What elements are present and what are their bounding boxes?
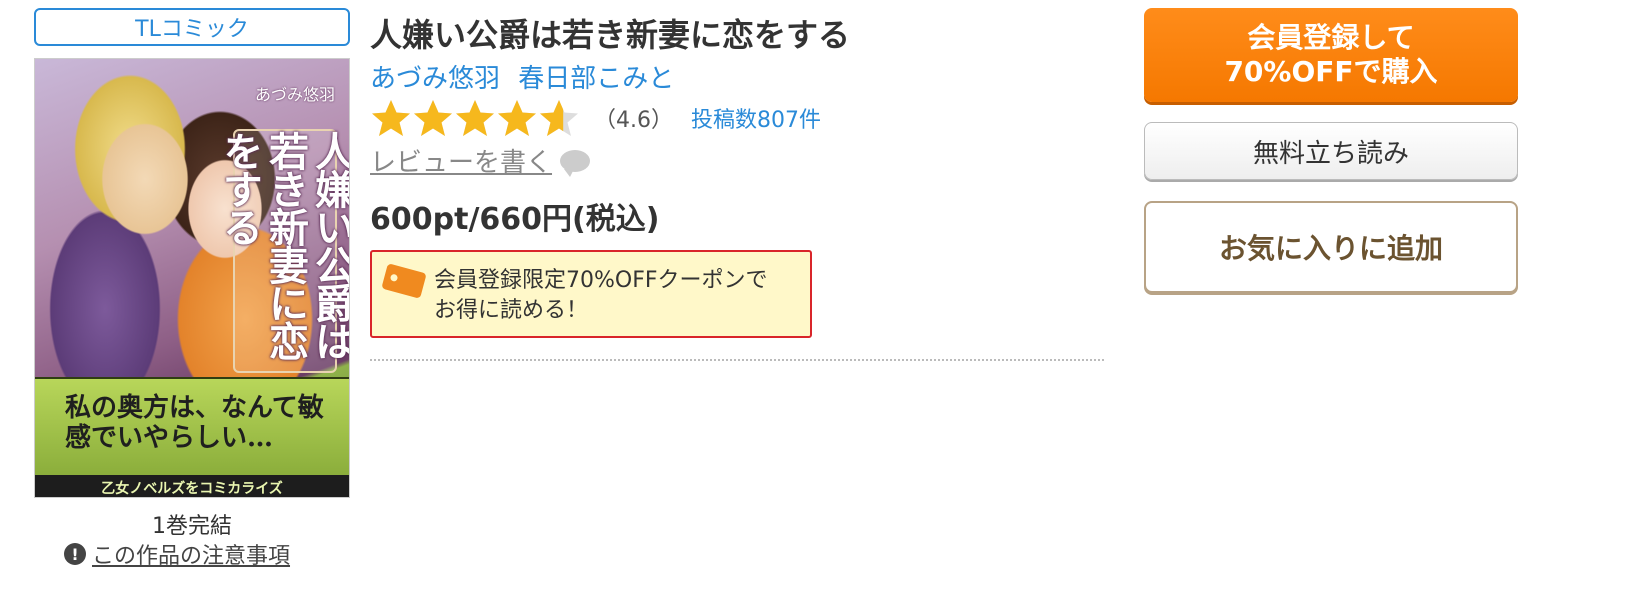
volume-status: 1巻完結 <box>152 514 232 539</box>
caution-link[interactable]: この作品の注意事項 <box>92 538 290 570</box>
exclamation-icon: ! <box>64 543 86 565</box>
free-preview-button[interactable]: 無料立ち読み <box>1144 122 1518 180</box>
caution-notice[interactable]: ! この作品の注意事項 <box>64 538 290 570</box>
cover-author-text: あづみ悠羽 <box>254 85 335 104</box>
book-cover-image[interactable]: あづみ悠羽 人嫌い公爵は若き新妻に恋をする 私の奥方は、なんて敏感でいやらしい…… <box>34 58 350 498</box>
genre-tag[interactable]: TLコミック <box>34 8 350 46</box>
cover-band-subtext: 乙女ノベルズをコミカライズ <box>35 475 349 497</box>
write-review-label: レビューを書く <box>370 148 553 178</box>
star-icon <box>372 100 410 136</box>
star-icon <box>540 100 578 136</box>
buy-button-line: 70%OFFで購入 <box>1224 55 1438 88</box>
buy-button-line: 会員登録して <box>1247 21 1415 54</box>
price: 600pt/660円(税込) <box>370 202 660 237</box>
book-title: 人嫌い公爵は若き新妻に恋をする <box>370 16 851 54</box>
coupon-notice: 会員登録限定70%OFFクーポンで お得に読める！ <box>370 250 812 338</box>
rating-value: （4.6） <box>594 108 673 133</box>
author-link[interactable]: あづみ悠羽 <box>370 64 500 94</box>
rating-row: （4.6） 投稿数807件 <box>370 98 821 138</box>
cover-title-text: 人嫌い公爵は若き新妻に恋をする <box>216 129 349 373</box>
review-count-link[interactable]: 投稿数807件 <box>691 102 821 134</box>
coupon-text-line: 会員登録限定70%OFFクーポンで <box>434 268 768 293</box>
coupon-tag-icon <box>381 263 427 299</box>
star-icon <box>456 100 494 136</box>
author-list: あづみ悠羽 春日部こみと <box>370 58 684 95</box>
write-review-link[interactable]: レビューを書く <box>370 142 591 179</box>
speech-bubble-icon <box>560 149 591 177</box>
cover-band-text: 私の奥方は、なんて敏感でいやらしい… <box>65 393 324 453</box>
star-rating <box>370 98 580 138</box>
coupon-text: 会員登録限定70%OFFクーポンで お得に読める！ <box>434 266 768 326</box>
coupon-text-line: お得に読める！ <box>434 298 589 323</box>
register-and-buy-button[interactable]: 会員登録して 70%OFFで購入 <box>1144 8 1518 102</box>
cover-band: 私の奥方は、なんて敏感でいやらしい… 乙女ノベルズをコミカライズ <box>35 377 349 497</box>
star-icon <box>414 100 452 136</box>
add-to-favorites-button[interactable]: お気に入りに追加 <box>1144 201 1518 293</box>
star-icon <box>498 100 536 136</box>
section-divider <box>370 359 1104 361</box>
author-link[interactable]: 春日部こみと <box>518 64 674 94</box>
